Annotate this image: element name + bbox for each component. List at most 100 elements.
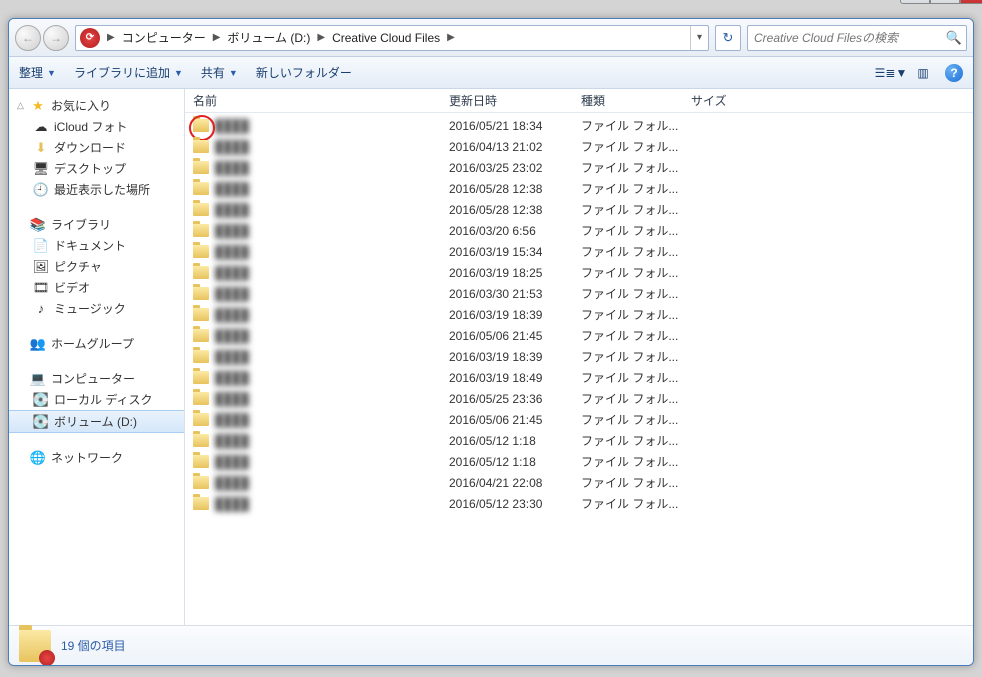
- sidebar-item-icloud[interactable]: ☁iCloud フォト: [9, 116, 184, 137]
- table-row[interactable]: ████2016/03/20 6:56ファイル フォル...: [185, 220, 973, 241]
- share-menu[interactable]: 共有 ▼: [201, 64, 238, 81]
- table-row[interactable]: ████2016/05/28 12:38ファイル フォル...: [185, 199, 973, 220]
- table-row[interactable]: ████2016/05/12 1:18ファイル フォル...: [185, 451, 973, 472]
- folder-icon: [193, 350, 209, 363]
- file-type: ファイル フォル...: [573, 264, 683, 281]
- add-to-library-menu[interactable]: ライブラリに追加 ▼: [74, 64, 183, 81]
- libraries-header[interactable]: 📚ライブラリ: [9, 214, 184, 235]
- table-row[interactable]: ████2016/05/28 12:38ファイル フォル...: [185, 178, 973, 199]
- folder-icon: [193, 455, 209, 468]
- homegroup-label: ホームグループ: [51, 335, 134, 352]
- maximize-button[interactable]: □: [930, 0, 960, 4]
- sidebar-item-local-disk[interactable]: 💽ローカル ディスク: [9, 389, 184, 410]
- folder-icon: [193, 119, 209, 132]
- organize-menu[interactable]: 整理 ▼: [19, 64, 56, 81]
- folder-icon: [193, 329, 209, 342]
- file-date: 2016/03/30 21:53: [441, 287, 573, 301]
- table-row[interactable]: ████2016/05/12 23:30ファイル フォル...: [185, 493, 973, 514]
- table-row[interactable]: ████2016/05/25 23:36ファイル フォル...: [185, 388, 973, 409]
- sidebar-item-desktop[interactable]: 🖥デスクトップ: [9, 158, 184, 179]
- table-row[interactable]: ████2016/03/25 23:02ファイル フォル...: [185, 157, 973, 178]
- favorites-label: お気に入り: [51, 97, 111, 114]
- minimize-button[interactable]: _: [900, 0, 930, 4]
- file-type: ファイル フォル...: [573, 369, 683, 386]
- table-row[interactable]: ████2016/05/21 18:34ファイル フォル...: [185, 115, 973, 136]
- file-type: ファイル フォル...: [573, 495, 683, 512]
- col-size[interactable]: サイズ: [683, 92, 753, 109]
- breadcrumb-computer[interactable]: コンピューター: [118, 29, 210, 46]
- table-row[interactable]: ████2016/04/21 22:08ファイル フォル...: [185, 472, 973, 493]
- desktop-icon: 🖥: [33, 161, 49, 177]
- sidebar-item-music[interactable]: ♪ミュージック: [9, 298, 184, 319]
- chevron-down-icon: ▼: [174, 68, 183, 78]
- sidebar-item-documents[interactable]: 📄ドキュメント: [9, 235, 184, 256]
- sidebar-item-downloads[interactable]: ⬇ダウンロード: [9, 137, 184, 158]
- folder-icon: [193, 413, 209, 426]
- table-row[interactable]: ████2016/05/12 1:18ファイル フォル...: [185, 430, 973, 451]
- search-box[interactable]: 🔍: [747, 25, 967, 51]
- share-label: 共有: [201, 64, 225, 81]
- search-input[interactable]: [748, 31, 942, 45]
- disk-icon: 💽: [33, 392, 49, 408]
- sidebar-item-videos[interactable]: 🎞ビデオ: [9, 277, 184, 298]
- table-row[interactable]: ████2016/03/19 18:39ファイル フォル...: [185, 304, 973, 325]
- new-folder-button[interactable]: 新しいフォルダー: [256, 64, 352, 81]
- chevron-right-icon[interactable]: ▶: [314, 32, 328, 43]
- table-row[interactable]: ████2016/03/19 18:49ファイル フォル...: [185, 367, 973, 388]
- close-button[interactable]: ✕: [960, 0, 982, 4]
- file-date: 2016/03/19 18:49: [441, 371, 573, 385]
- table-row[interactable]: ████2016/03/19 18:25ファイル フォル...: [185, 262, 973, 283]
- table-row[interactable]: ████2016/03/19 18:39ファイル フォル...: [185, 346, 973, 367]
- breadcrumb-volume-d[interactable]: ボリューム (D:): [223, 29, 314, 46]
- folder-icon: [193, 203, 209, 216]
- refresh-button[interactable]: ↻: [715, 25, 741, 51]
- view-options-button[interactable]: ☰≣ ▼: [881, 64, 901, 82]
- file-name: ████: [215, 308, 249, 322]
- col-type[interactable]: 種類: [573, 92, 683, 109]
- help-button[interactable]: ?: [945, 64, 963, 82]
- file-date: 2016/05/12 23:30: [441, 497, 573, 511]
- folder-icon: [193, 497, 209, 510]
- sidebar-item-volume-d[interactable]: 💽ボリューム (D:): [9, 410, 184, 433]
- folder-icon: [193, 182, 209, 195]
- network-header[interactable]: 🌐ネットワーク: [9, 447, 184, 468]
- search-icon[interactable]: 🔍: [942, 30, 966, 46]
- breadcrumb-creative-cloud-files[interactable]: Creative Cloud Files: [328, 31, 444, 45]
- documents-icon: 📄: [33, 238, 49, 254]
- file-date: 2016/05/28 12:38: [441, 182, 573, 196]
- chevron-right-icon[interactable]: ▶: [444, 32, 458, 43]
- table-row[interactable]: ████2016/05/06 21:45ファイル フォル...: [185, 325, 973, 346]
- favorites-group: △★お気に入り ☁iCloud フォト ⬇ダウンロード 🖥デスクトップ 🕘最近表…: [9, 95, 184, 200]
- chevron-right-icon[interactable]: ▶: [104, 32, 118, 43]
- file-type: ファイル フォル...: [573, 432, 683, 449]
- videos-icon: 🎞: [33, 280, 49, 296]
- folder-icon: [193, 287, 209, 300]
- file-name: ████: [215, 455, 249, 469]
- sidebar-item-recent[interactable]: 🕘最近表示した場所: [9, 179, 184, 200]
- table-row[interactable]: ████2016/03/30 21:53ファイル フォル...: [185, 283, 973, 304]
- col-name[interactable]: 名前: [185, 92, 441, 109]
- table-row[interactable]: ████2016/03/19 15:34ファイル フォル...: [185, 241, 973, 262]
- folder-icon: [193, 371, 209, 384]
- file-date: 2016/05/21 18:34: [441, 119, 573, 133]
- file-type: ファイル フォル...: [573, 474, 683, 491]
- favorites-header[interactable]: △★お気に入り: [9, 95, 184, 116]
- file-date: 2016/03/25 23:02: [441, 161, 573, 175]
- sidebar-item-pictures[interactable]: 🖼ピクチャ: [9, 256, 184, 277]
- address-bar[interactable]: ⟳ ▶ コンピューター ▶ ボリューム (D:) ▶ Creative Clou…: [75, 25, 709, 51]
- file-date: 2016/05/06 21:45: [441, 413, 573, 427]
- preview-pane-button[interactable]: ▥: [913, 64, 933, 82]
- file-name: ████: [215, 245, 249, 259]
- file-type: ファイル フォル...: [573, 159, 683, 176]
- address-dropdown[interactable]: ▾: [690, 26, 708, 50]
- computer-header[interactable]: 💻コンピューター: [9, 368, 184, 389]
- back-button[interactable]: ←: [15, 25, 41, 51]
- col-date[interactable]: 更新日時: [441, 92, 573, 109]
- table-row[interactable]: ████2016/04/13 21:02ファイル フォル...: [185, 136, 973, 157]
- chevron-right-icon[interactable]: ▶: [210, 32, 224, 43]
- homegroup-header[interactable]: 👥ホームグループ: [9, 333, 184, 354]
- file-name: ████: [215, 476, 249, 490]
- libraries-label: ライブラリ: [51, 216, 111, 233]
- forward-button[interactable]: →: [43, 25, 69, 51]
- table-row[interactable]: ████2016/05/06 21:45ファイル フォル...: [185, 409, 973, 430]
